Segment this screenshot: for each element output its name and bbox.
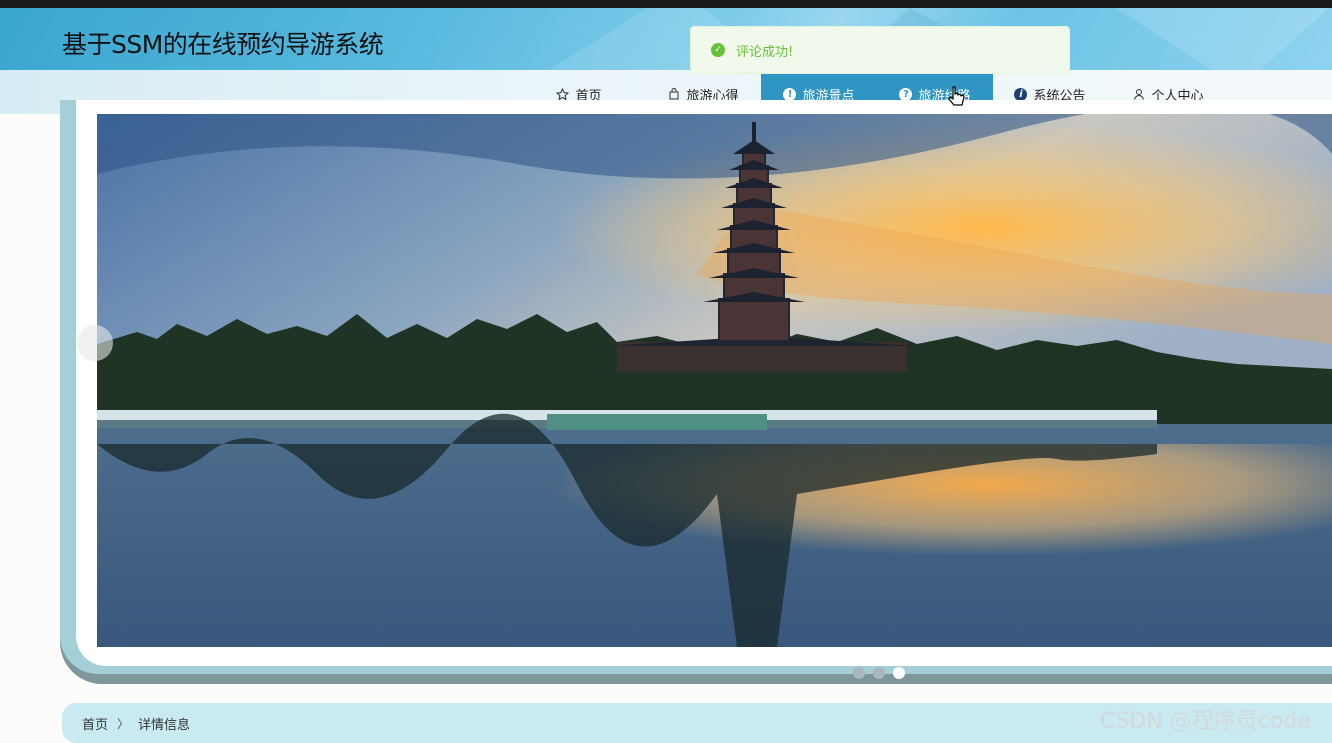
user-icon	[1132, 88, 1145, 101]
watermark: CSDN @程序员code	[1100, 709, 1311, 734]
carousel-indicators	[853, 667, 905, 679]
exclamation-circle-icon: !	[783, 87, 797, 101]
site-title: 基于SSM的在线预约导游系统	[62, 30, 384, 59]
carousel-dot[interactable]	[853, 667, 865, 679]
top-strip	[0, 0, 1332, 8]
site-header: 基于SSM的在线预约导游系统	[0, 8, 1332, 70]
carousel-dot-active[interactable]	[893, 667, 905, 679]
question-circle-icon: ?	[899, 87, 913, 101]
breadcrumb-separator: 〉	[117, 716, 130, 731]
carousel-dot[interactable]	[873, 667, 885, 679]
carousel-prev-button[interactable]	[77, 325, 113, 361]
breadcrumb-home[interactable]: 首页	[82, 714, 108, 733]
mouse-pointer-icon	[948, 85, 966, 113]
info-circle-icon: i	[1014, 87, 1028, 101]
check-circle-icon: ✓	[711, 43, 725, 57]
star-outline-icon	[556, 87, 570, 101]
success-toast: ✓ 评论成功!	[690, 26, 1070, 74]
breadcrumb-current: 详情信息	[138, 717, 191, 733]
toast-message: 评论成功!	[736, 44, 794, 60]
bag-icon	[667, 88, 680, 101]
carousel-slide-image	[97, 114, 1332, 647]
